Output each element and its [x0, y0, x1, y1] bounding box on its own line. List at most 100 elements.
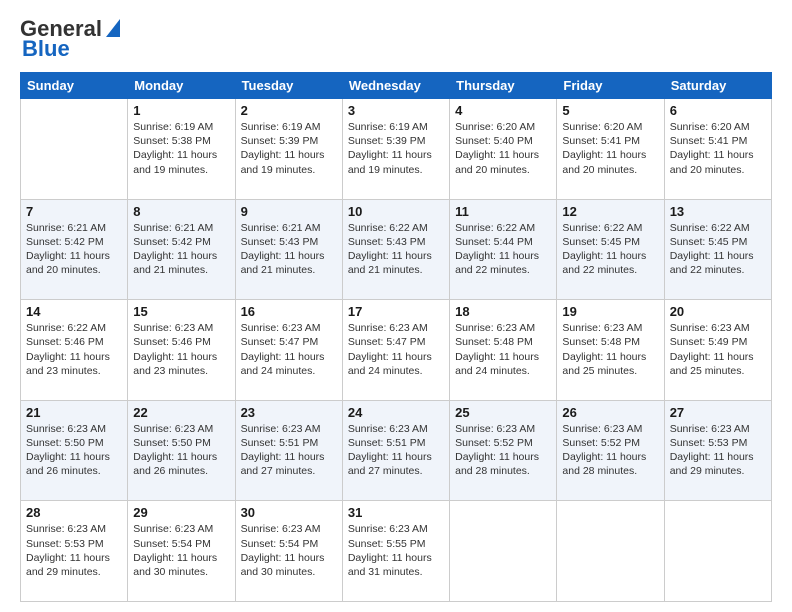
day-number: 3 [348, 103, 444, 118]
calendar-cell: 20 Sunrise: 6:23 AMSunset: 5:49 PMDayligh… [664, 300, 771, 401]
header: General Blue [20, 16, 772, 62]
calendar-cell: 1Sunrise: 6:19 AMSunset: 5:38 PMDaylight… [128, 99, 235, 200]
calendar-cell: 14Sunrise: 6:22 AMSunset: 5:46 PMDayligh… [21, 300, 128, 401]
calendar-cell: 25 Sunrise: 6:23 AMSunset: 5:52 PMDayligh… [450, 400, 557, 501]
day-number: 31 [348, 505, 444, 520]
calendar-cell: 5 Sunrise: 6:20 AMSunset: 5:41 PMDaylight… [557, 99, 664, 200]
day-number: 8 [133, 204, 229, 219]
calendar-cell: 13 Sunrise: 6:22 AMSunset: 5:45 PMDayligh… [664, 199, 771, 300]
calendar-cell: 4 Sunrise: 6:20 AMSunset: 5:40 PMDaylight… [450, 99, 557, 200]
day-number: 17 [348, 304, 444, 319]
calendar-cell: 3 Sunrise: 6:19 AMSunset: 5:39 PMDaylight… [342, 99, 449, 200]
day-info: Sunrise: 6:19 AMSunset: 5:39 PMDaylight:… [348, 120, 444, 177]
day-number: 15 [133, 304, 229, 319]
day-info: Sunrise: 6:23 AMSunset: 5:54 PMDaylight:… [133, 522, 229, 579]
day-info: Sunrise: 6:23 AMSunset: 5:51 PMDaylight:… [348, 422, 444, 479]
day-number: 25 [455, 405, 551, 420]
calendar-cell: 15 Sunrise: 6:23 AMSunset: 5:46 PMDayligh… [128, 300, 235, 401]
calendar-cell: 22 Sunrise: 6:23 AMSunset: 5:50 PMDayligh… [128, 400, 235, 501]
day-number: 30 [241, 505, 337, 520]
day-info: Sunrise: 6:21 AMSunset: 5:42 PMDaylight:… [26, 221, 122, 278]
calendar-header-row: SundayMondayTuesdayWednesdayThursdayFrid… [21, 73, 772, 99]
day-number: 24 [348, 405, 444, 420]
day-number: 12 [562, 204, 658, 219]
calendar-cell [21, 99, 128, 200]
logo: General Blue [20, 16, 120, 62]
calendar-cell [664, 501, 771, 602]
day-number: 27 [670, 405, 766, 420]
day-info: Sunrise: 6:22 AMSunset: 5:44 PMDaylight:… [455, 221, 551, 278]
day-number: 16 [241, 304, 337, 319]
col-header-tuesday: Tuesday [235, 73, 342, 99]
day-number: 5 [562, 103, 658, 118]
day-info: Sunrise: 6:23 AMSunset: 5:50 PMDaylight:… [133, 422, 229, 479]
day-info: Sunrise: 6:23 AMSunset: 5:50 PMDaylight:… [26, 422, 122, 479]
calendar-cell: 28 Sunrise: 6:23 AMSunset: 5:53 PMDayligh… [21, 501, 128, 602]
day-number: 6 [670, 103, 766, 118]
day-info: Sunrise: 6:23 AMSunset: 5:46 PMDaylight:… [133, 321, 229, 378]
day-info: Sunrise: 6:21 AMSunset: 5:43 PMDaylight:… [241, 221, 337, 278]
calendar-week-row: 14Sunrise: 6:22 AMSunset: 5:46 PMDayligh… [21, 300, 772, 401]
day-info: Sunrise: 6:23 AMSunset: 5:53 PMDaylight:… [26, 522, 122, 579]
calendar-week-row: 1Sunrise: 6:19 AMSunset: 5:38 PMDaylight… [21, 99, 772, 200]
col-header-saturday: Saturday [664, 73, 771, 99]
day-number: 26 [562, 405, 658, 420]
calendar-cell: 7 Sunrise: 6:21 AMSunset: 5:42 PMDaylight… [21, 199, 128, 300]
day-info: Sunrise: 6:23 AMSunset: 5:47 PMDaylight:… [348, 321, 444, 378]
calendar-cell [557, 501, 664, 602]
day-number: 29 [133, 505, 229, 520]
col-header-sunday: Sunday [21, 73, 128, 99]
day-info: Sunrise: 6:23 AMSunset: 5:52 PMDaylight:… [562, 422, 658, 479]
calendar-cell: 26 Sunrise: 6:23 AMSunset: 5:52 PMDayligh… [557, 400, 664, 501]
calendar-week-row: 28 Sunrise: 6:23 AMSunset: 5:53 PMDayligh… [21, 501, 772, 602]
calendar-week-row: 21 Sunrise: 6:23 AMSunset: 5:50 PMDayligh… [21, 400, 772, 501]
day-number: 21 [26, 405, 122, 420]
calendar-cell: 8 Sunrise: 6:21 AMSunset: 5:42 PMDaylight… [128, 199, 235, 300]
day-info: Sunrise: 6:22 AMSunset: 5:43 PMDaylight:… [348, 221, 444, 278]
col-header-friday: Friday [557, 73, 664, 99]
day-info: Sunrise: 6:19 AMSunset: 5:39 PMDaylight:… [241, 120, 337, 177]
calendar-cell: 12Sunrise: 6:22 AMSunset: 5:45 PMDayligh… [557, 199, 664, 300]
day-number: 1 [133, 103, 229, 118]
calendar-cell: 27 Sunrise: 6:23 AMSunset: 5:53 PMDayligh… [664, 400, 771, 501]
col-header-monday: Monday [128, 73, 235, 99]
calendar-table: SundayMondayTuesdayWednesdayThursdayFrid… [20, 72, 772, 602]
logo-blue-text: Blue [22, 36, 70, 62]
day-number: 28 [26, 505, 122, 520]
calendar-cell: 17 Sunrise: 6:23 AMSunset: 5:47 PMDayligh… [342, 300, 449, 401]
day-info: Sunrise: 6:22 AMSunset: 5:45 PMDaylight:… [670, 221, 766, 278]
day-number: 7 [26, 204, 122, 219]
day-number: 10 [348, 204, 444, 219]
day-info: Sunrise: 6:20 AMSunset: 5:41 PMDaylight:… [562, 120, 658, 177]
day-info: Sunrise: 6:20 AMSunset: 5:40 PMDaylight:… [455, 120, 551, 177]
day-number: 20 [670, 304, 766, 319]
calendar-cell: 21 Sunrise: 6:23 AMSunset: 5:50 PMDayligh… [21, 400, 128, 501]
day-number: 4 [455, 103, 551, 118]
calendar-cell: 2 Sunrise: 6:19 AMSunset: 5:39 PMDaylight… [235, 99, 342, 200]
calendar-cell: 18Sunrise: 6:23 AMSunset: 5:48 PMDayligh… [450, 300, 557, 401]
calendar-cell: 16Sunrise: 6:23 AMSunset: 5:47 PMDayligh… [235, 300, 342, 401]
day-number: 2 [241, 103, 337, 118]
day-info: Sunrise: 6:23 AMSunset: 5:54 PMDaylight:… [241, 522, 337, 579]
day-info: Sunrise: 6:23 AMSunset: 5:49 PMDaylight:… [670, 321, 766, 378]
day-number: 14 [26, 304, 122, 319]
calendar-cell: 29 Sunrise: 6:23 AMSunset: 5:54 PMDayligh… [128, 501, 235, 602]
calendar-cell [450, 501, 557, 602]
day-number: 11 [455, 204, 551, 219]
day-number: 13 [670, 204, 766, 219]
calendar-cell: 10 Sunrise: 6:22 AMSunset: 5:43 PMDayligh… [342, 199, 449, 300]
day-info: Sunrise: 6:23 AMSunset: 5:53 PMDaylight:… [670, 422, 766, 479]
day-info: Sunrise: 6:23 AMSunset: 5:52 PMDaylight:… [455, 422, 551, 479]
day-number: 22 [133, 405, 229, 420]
calendar-cell: 24 Sunrise: 6:23 AMSunset: 5:51 PMDayligh… [342, 400, 449, 501]
day-info: Sunrise: 6:20 AMSunset: 5:41 PMDaylight:… [670, 120, 766, 177]
day-number: 18 [455, 304, 551, 319]
day-info: Sunrise: 6:21 AMSunset: 5:42 PMDaylight:… [133, 221, 229, 278]
calendar-cell: 23Sunrise: 6:23 AMSunset: 5:51 PMDayligh… [235, 400, 342, 501]
calendar-cell: 31 Sunrise: 6:23 AMSunset: 5:55 PMDayligh… [342, 501, 449, 602]
calendar-cell: 6 Sunrise: 6:20 AMSunset: 5:41 PMDaylight… [664, 99, 771, 200]
col-header-thursday: Thursday [450, 73, 557, 99]
page: General Blue SundayMondayTuesdayWednesda… [0, 0, 792, 612]
calendar-cell: 30 Sunrise: 6:23 AMSunset: 5:54 PMDayligh… [235, 501, 342, 602]
day-info: Sunrise: 6:23 AMSunset: 5:55 PMDaylight:… [348, 522, 444, 579]
